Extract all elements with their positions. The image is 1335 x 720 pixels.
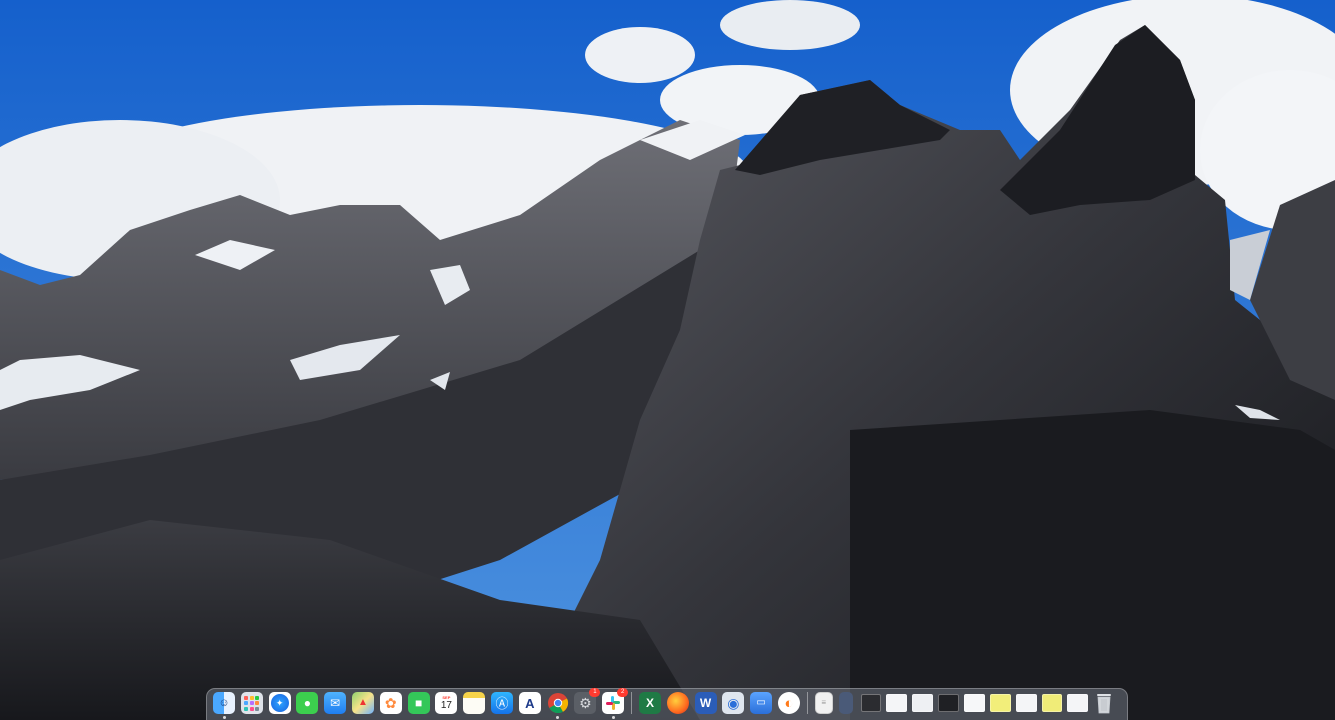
calendar-icon[interactable]: SEP 17 [435, 692, 458, 714]
messages-icon[interactable]: ● [296, 692, 319, 714]
notes-icon[interactable] [463, 692, 486, 714]
running-indicator [556, 716, 560, 719]
app-store-icon[interactable]: Ⓐ [490, 692, 513, 714]
window-thumbnail-icon[interactable] [1041, 694, 1063, 712]
mail-icon[interactable]: ✉ [324, 692, 347, 714]
wallpaper-image [0, 0, 1335, 720]
finder-icon[interactable]: ☺ [213, 692, 235, 719]
trash-icon[interactable] [1093, 692, 1115, 714]
running-indicator [222, 716, 226, 719]
window-thumbnail-icon[interactable] [989, 694, 1011, 712]
maps-icon[interactable]: ▲ [351, 692, 374, 714]
window-thumbnail-icon[interactable] [938, 694, 959, 712]
desktop: ☺ ✦ ● ✉ ▲ ✿ ■ SEP 17 Ⓐ A ⚙ 1 2 X W ◉ ▭ ◐… [0, 0, 1335, 720]
excel-icon[interactable]: X [638, 692, 661, 714]
calendar-day: 17 [440, 700, 452, 711]
dictionary-icon[interactable]: A [518, 692, 541, 714]
preview-icon[interactable]: ◉ [722, 692, 745, 714]
window-thumbnail-icon[interactable] [860, 694, 882, 712]
word-icon[interactable]: W [694, 692, 717, 714]
safari-icon[interactable]: ✦ [268, 692, 291, 714]
photos-icon[interactable]: ✿ [379, 692, 402, 714]
notification-badge: 2 [617, 688, 629, 697]
screen-sharing-icon[interactable]: ▭ [750, 692, 773, 714]
dock-separator [806, 692, 808, 714]
dock: ☺ ✦ ● ✉ ▲ ✿ ■ SEP 17 Ⓐ A ⚙ 1 2 X W ◉ ▭ ◐… [206, 688, 1128, 720]
window-thumbnail-icon[interactable] [1015, 694, 1037, 712]
window-thumbnail-icon[interactable] [1067, 694, 1089, 712]
window-thumbnail-icon[interactable] [963, 694, 985, 712]
window-thumbnail-icon[interactable] [912, 694, 934, 712]
facetime-icon[interactable]: ■ [407, 692, 430, 714]
firefox-icon[interactable] [666, 692, 689, 714]
window-thumbnail-icon[interactable] [838, 692, 853, 714]
window-thumbnail-icon[interactable] [886, 694, 908, 712]
system-preferences-icon[interactable]: ⚙ 1 [574, 688, 601, 714]
chrome-icon[interactable] [547, 692, 569, 719]
notification-badge: 1 [589, 688, 601, 697]
launchpad-icon[interactable] [240, 692, 263, 714]
slack-icon[interactable]: 2 [602, 688, 629, 719]
vpn-icon[interactable]: ◐ [777, 692, 800, 714]
document-icon[interactable]: ≡ [814, 692, 833, 714]
running-indicator [611, 716, 615, 719]
dock-separator [630, 692, 632, 714]
